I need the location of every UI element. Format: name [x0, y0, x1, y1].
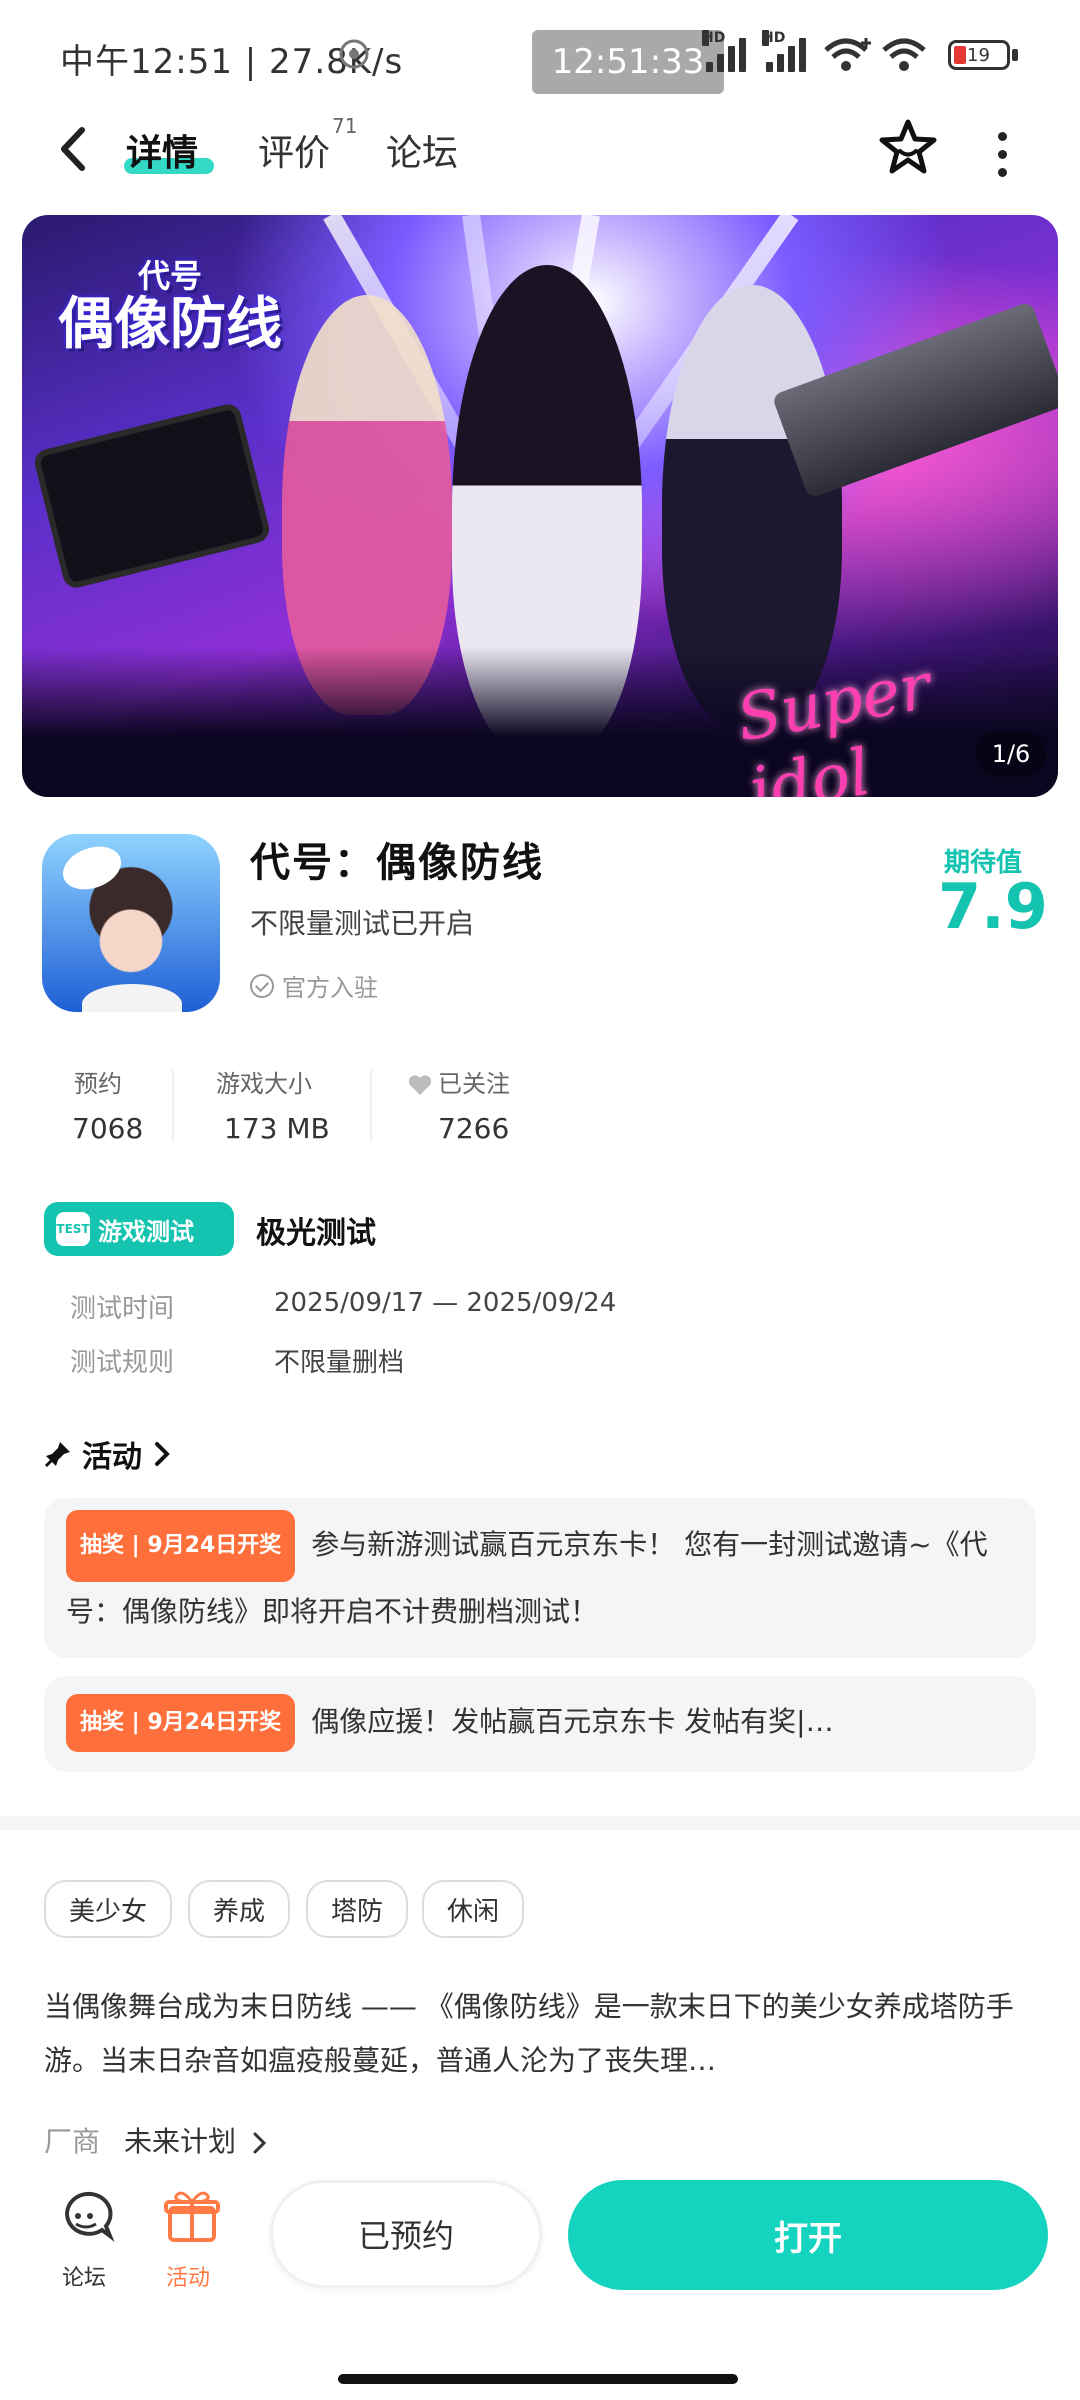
battery-cap — [1012, 49, 1018, 61]
stat-size-value: 173 MB — [224, 1112, 330, 1145]
stat-followed-label[interactable]: 已关注 — [408, 1064, 510, 1099]
test-icon: TEST — [56, 1212, 90, 1246]
banner-logo: 代号 偶像防线 — [58, 257, 282, 358]
app-icon — [42, 834, 220, 1012]
stat-reservations-label: 预约 — [74, 1070, 122, 1098]
signal-icon: HD — [762, 30, 806, 72]
chevron-left-icon[interactable] — [54, 126, 94, 172]
test-badge-label: 游戏测试 — [98, 1217, 194, 1246]
check-circle-icon — [250, 973, 274, 998]
stat-followed-value: 7266 — [438, 1112, 510, 1145]
section-divider — [0, 1816, 1080, 1830]
battery-icon: 19 — [948, 40, 1010, 70]
heart-icon — [408, 1075, 432, 1095]
tag-chip[interactable]: 养成 — [188, 1880, 290, 1938]
stat-reservations-value: 7068 — [72, 1112, 144, 1145]
divider — [370, 1070, 372, 1142]
vendor-label: 厂商 — [44, 2125, 101, 2158]
test-time-label: 测试时间 — [70, 1294, 175, 1324]
home-indicator[interactable] — [338, 2374, 738, 2384]
phone-graphic — [31, 401, 273, 591]
test-time-value: 2025/09/17 — 2025/09/24 — [274, 1288, 617, 1318]
star-icon[interactable] — [878, 118, 938, 178]
official-verified: 官方入驻 — [250, 968, 378, 1003]
weapon-graphic — [771, 301, 1058, 499]
vendor-name: 未来计划 — [124, 2125, 237, 2158]
reserved-button[interactable]: 已预约 — [270, 2180, 542, 2288]
activity-header[interactable]: 活动 — [44, 1432, 172, 1476]
app-title: 代号：偶像防线 — [250, 840, 544, 886]
chevron-right-icon — [155, 1442, 170, 1466]
forum-chat-icon[interactable] — [56, 2188, 116, 2244]
activity-title: 活动 — [82, 1440, 142, 1475]
test-rule-value: 不限量删档 — [274, 1348, 405, 1378]
banner-carousel[interactable]: 代号 偶像防线 Super idol 1/6 — [22, 215, 1058, 797]
pin-icon — [44, 1442, 70, 1468]
battery-level: 19 — [967, 45, 990, 66]
tab-details[interactable]: 详情 — [126, 124, 198, 176]
reviews-count-badge: 71 — [332, 114, 358, 138]
screen-record-clock: 12:51:33 — [532, 30, 724, 94]
official-label: 官方入驻 — [282, 974, 378, 1002]
stat-size-label: 游戏大小 — [216, 1070, 312, 1098]
tab-forum[interactable]: 论坛 — [386, 124, 458, 176]
activity-card[interactable]: 抽奖 | 9月24日开奖 偶像应援！发帖赢百元京东卡 发帖有奖|… — [44, 1676, 1036, 1772]
stat-followed-label-text: 已关注 — [438, 1070, 510, 1098]
tag-chip[interactable]: 美少女 — [44, 1880, 172, 1938]
notification-icon — [339, 39, 369, 69]
tab-reviews[interactable]: 评价 — [258, 124, 330, 176]
open-button[interactable]: 打开 — [568, 2180, 1048, 2290]
vendor-row[interactable]: 厂商 未来计划 — [44, 2120, 269, 2160]
battery-level-fill — [954, 46, 966, 64]
signal-icon: HD — [702, 30, 746, 72]
status-bar: 中午12:51 | 27.8K/s 12:51:33 HD HD 19 — [0, 0, 1080, 110]
test-badge: TEST 游戏测试 — [44, 1202, 234, 1256]
forum-label[interactable]: 论坛 — [62, 2260, 106, 2292]
tag-chip[interactable]: 塔防 — [306, 1880, 408, 1938]
chevron-right-icon — [253, 2132, 267, 2154]
lottery-tag: 抽奖 | 9月24日开奖 — [66, 1694, 296, 1752]
lottery-tag: 抽奖 | 9月24日开奖 — [66, 1510, 296, 1582]
activity-card[interactable]: 抽奖 | 9月24日开奖 参与新游测试赢百元京东卡！ 您有一封测试邀请~《代号：偶… — [44, 1498, 1036, 1658]
game-description[interactable]: 当偶像舞台成为末日防线 —— 《偶像防线》是一款末日下的美少女养成塔防手游。当末… — [44, 1980, 1036, 2088]
app-subtitle: 不限量测试已开启 — [250, 907, 475, 940]
wifi-icon — [882, 38, 926, 71]
test-name: 极光测试 — [256, 1216, 376, 1251]
tag-chip[interactable]: 休闲 — [422, 1880, 524, 1938]
activity-tab-label[interactable]: 活动 — [166, 2260, 210, 2292]
banner-page-counter: 1/6 — [976, 731, 1046, 777]
divider — [172, 1070, 174, 1142]
more-vertical-icon[interactable] — [994, 128, 1010, 177]
test-rule-label: 测试规则 — [70, 1348, 175, 1378]
wifi-icon — [824, 38, 871, 71]
gift-icon[interactable] — [162, 2188, 222, 2244]
activity-text: 偶像应援！发帖赢百元京东卡 发帖有奖|… — [311, 1705, 834, 1738]
expect-value: 7.9 — [938, 870, 1048, 943]
